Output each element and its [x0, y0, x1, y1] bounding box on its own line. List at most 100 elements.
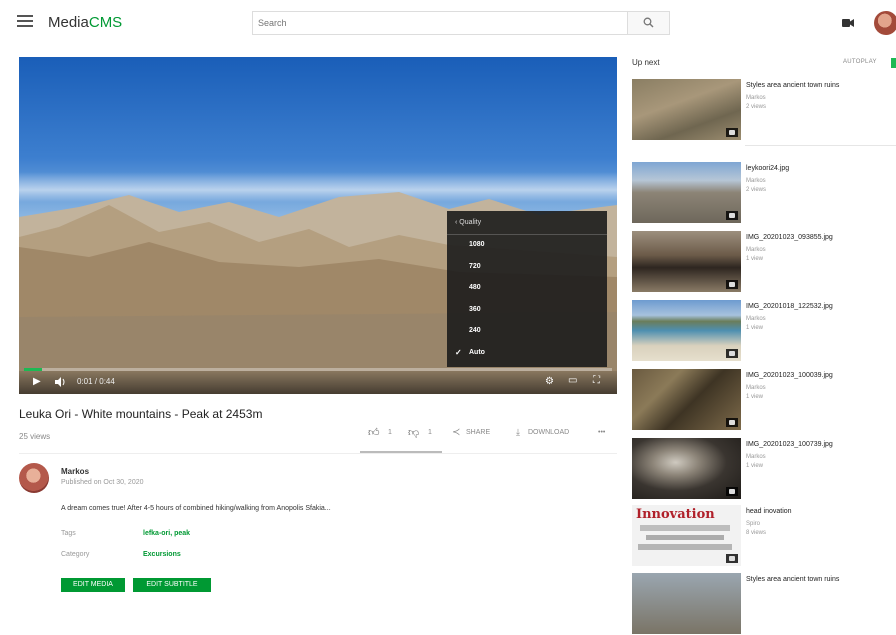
quality-option[interactable]: 360	[447, 300, 607, 322]
quality-option[interactable]: 240	[447, 321, 607, 343]
search-input[interactable]	[253, 12, 627, 34]
video-player[interactable]: ▶ 0:01 / 0:44 ⚙ ▭ ⛶ ‹ Quality 1080 720 4…	[19, 57, 617, 394]
quality-option-label: Auto	[469, 348, 485, 356]
more-options-button[interactable]: •••	[598, 429, 605, 436]
image-icon	[726, 211, 738, 220]
menu-icon[interactable]	[17, 12, 33, 30]
item-author: Markos	[746, 247, 766, 253]
logo-main: Media	[48, 14, 89, 31]
thumbnail-wordcloud	[640, 525, 730, 531]
item-views: 2 views	[746, 187, 767, 193]
publish-date: Published on Oct 30, 2020	[61, 479, 144, 486]
top-bar: MediaCMS	[0, 0, 896, 48]
check-icon: ✓	[455, 347, 462, 357]
upload-media-icon[interactable]	[842, 18, 854, 28]
up-next-item[interactable]: Styles area ancient town ruins	[632, 573, 896, 635]
download-icon[interactable]: ⤓	[516, 427, 520, 438]
time-display: 0:01 / 0:44	[77, 377, 115, 386]
item-author: Markos	[746, 95, 766, 101]
volume-icon[interactable]	[55, 377, 66, 387]
download-button[interactable]: DOWNLOAD	[528, 429, 569, 436]
autoplay-toggle[interactable]	[891, 58, 896, 68]
video-actions: 👍︎ 1 👎︎ 1 ≺ SHARE ⤓ DOWNLOAD •••	[360, 425, 617, 453]
item-author: Spiro	[746, 521, 761, 527]
view-count: 25 views	[19, 432, 51, 441]
item-views: 1 view	[746, 463, 764, 469]
item-views: 1 view	[746, 394, 764, 400]
item-author: Markos	[746, 454, 766, 460]
thumbnail-wordcloud	[638, 544, 732, 550]
category-value[interactable]: Excursions	[143, 551, 181, 558]
image-icon	[726, 418, 738, 427]
user-avatar[interactable]	[874, 11, 896, 35]
divider	[19, 453, 617, 454]
up-next-item[interactable]: Styles area ancient town ruins Markos 2 …	[632, 79, 896, 141]
image-icon	[726, 280, 738, 289]
item-title[interactable]: head inovation	[746, 508, 792, 515]
quality-option[interactable]: 480	[447, 278, 607, 300]
thumbnail[interactable]	[632, 162, 741, 223]
quality-menu: ‹ Quality 1080 720 480 360 240 ✓ Auto	[447, 211, 607, 367]
item-views: 1 view	[746, 325, 764, 331]
author-name[interactable]: Markos	[61, 467, 89, 476]
image-icon	[726, 349, 738, 358]
thumbnail[interactable]	[632, 79, 741, 140]
item-author: Markos	[746, 385, 766, 391]
item-views: 1 view	[746, 256, 764, 262]
up-next-item[interactable]: IMG_20201023_100039.jpg Markos 1 view	[632, 369, 896, 431]
up-next-item[interactable]: IMG_20201023_093855.jpg Markos 1 view	[632, 231, 896, 293]
autoplay-label: AUTOPLAY	[843, 59, 877, 65]
logo[interactable]: MediaCMS	[48, 14, 122, 31]
like-count: 1	[388, 429, 392, 436]
up-next-item[interactable]: leykoori24.jpg Markos 2 views	[632, 162, 896, 224]
item-title[interactable]: IMG_20201018_122532.jpg	[746, 303, 833, 310]
item-title[interactable]: Styles area ancient town ruins	[746, 82, 839, 89]
image-icon	[726, 128, 738, 137]
search-icon	[643, 17, 654, 28]
share-icon[interactable]: ≺	[452, 427, 460, 438]
thumbnail[interactable]: Innovation	[632, 505, 741, 566]
item-title[interactable]: IMG_20201023_100739.jpg	[746, 441, 833, 448]
tags-value[interactable]: lefka-ori, peak	[143, 530, 190, 537]
item-title[interactable]: IMG_20201023_093855.jpg	[746, 234, 833, 241]
quality-menu-header[interactable]: ‹ Quality	[447, 211, 607, 235]
thumbnail[interactable]	[632, 573, 741, 634]
item-views: 8 views	[746, 530, 767, 536]
author-avatar[interactable]	[19, 463, 49, 493]
thumbnail-text: Innovation	[636, 507, 715, 522]
item-author: Markos	[746, 178, 766, 184]
like-icon[interactable]: 👍︎	[368, 426, 380, 439]
dislike-icon[interactable]: 👎︎	[408, 426, 419, 439]
up-next-item[interactable]: Innovation head inovation Spiro 8 views	[632, 505, 896, 567]
share-button[interactable]: SHARE	[466, 429, 490, 436]
image-icon	[726, 487, 738, 496]
thumbnail[interactable]	[632, 300, 741, 361]
fullscreen-icon[interactable]: ⛶	[593, 375, 600, 386]
item-author: Markos	[746, 316, 766, 322]
quality-menu-title: Quality	[459, 219, 482, 226]
play-icon[interactable]: ▶	[33, 376, 41, 387]
up-next-item[interactable]: IMG_20201023_100739.jpg Markos 1 view	[632, 438, 896, 500]
thumbnail[interactable]	[632, 231, 741, 292]
settings-gear-icon[interactable]: ⚙	[545, 376, 554, 387]
thumbnail[interactable]	[632, 438, 741, 499]
video-description: A dream comes true! After 4-5 hours of c…	[61, 505, 331, 512]
up-next-item[interactable]: IMG_20201018_122532.jpg Markos 1 view	[632, 300, 896, 362]
edit-media-button[interactable]: EDIT MEDIA	[61, 578, 125, 592]
quality-option[interactable]: 720	[447, 257, 607, 279]
divider	[745, 145, 896, 146]
item-title[interactable]: Styles area ancient town ruins	[746, 576, 839, 583]
item-title[interactable]: IMG_20201023_100039.jpg	[746, 372, 833, 379]
logo-accent: CMS	[88, 14, 123, 31]
item-views: 2 views	[746, 104, 767, 110]
quality-option[interactable]: 1080	[447, 235, 607, 257]
theater-mode-icon[interactable]: ▭	[568, 375, 577, 386]
search-button[interactable]	[627, 12, 669, 34]
dislike-count: 1	[428, 429, 432, 436]
thumbnail-wordcloud	[646, 535, 724, 540]
up-next-heading: Up next	[632, 58, 660, 67]
edit-subtitle-button[interactable]: EDIT SUBTITLE	[133, 578, 211, 592]
quality-option-selected[interactable]: ✓ Auto	[447, 343, 607, 365]
item-title[interactable]: leykoori24.jpg	[746, 165, 789, 172]
thumbnail[interactable]	[632, 369, 741, 430]
